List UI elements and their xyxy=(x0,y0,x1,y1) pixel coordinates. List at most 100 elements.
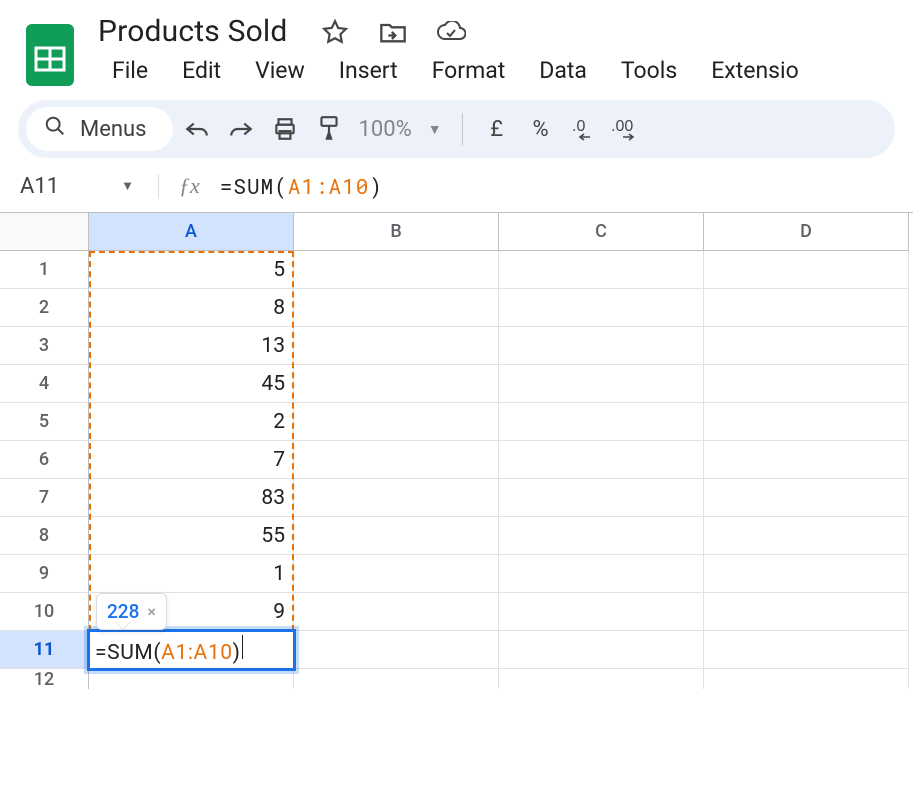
cell-b1[interactable] xyxy=(294,251,499,289)
cell-b5[interactable] xyxy=(294,403,499,441)
cell-b9[interactable] xyxy=(294,555,499,593)
cell-a2[interactable]: 8 xyxy=(89,289,294,327)
row-header[interactable]: 3 xyxy=(0,327,89,365)
cell-b10[interactable] xyxy=(294,593,499,631)
select-all-corner[interactable] xyxy=(0,213,89,251)
move-folder-icon[interactable] xyxy=(378,17,408,47)
row-header[interactable]: 5 xyxy=(0,403,89,441)
row-header[interactable]: 8 xyxy=(0,517,89,555)
cell-b4[interactable] xyxy=(294,365,499,403)
cell-c6[interactable] xyxy=(499,441,704,479)
cell-b8[interactable] xyxy=(294,517,499,555)
redo-button[interactable] xyxy=(221,109,261,149)
cell-b3[interactable] xyxy=(294,327,499,365)
name-box[interactable]: A11 ▼ xyxy=(20,174,159,199)
cell-a5[interactable]: 2 xyxy=(89,403,294,441)
cell-c3[interactable] xyxy=(499,327,704,365)
menu-view[interactable]: View xyxy=(239,51,321,90)
cell-a7[interactable]: 83 xyxy=(89,479,294,517)
undo-button[interactable] xyxy=(177,109,217,149)
cell-b12[interactable] xyxy=(294,669,499,689)
document-title[interactable]: Products Sold xyxy=(96,14,290,49)
menu-edit[interactable]: Edit xyxy=(166,51,237,90)
zoom-dropdown[interactable]: 100% ▼ xyxy=(353,117,448,142)
cell-a1[interactable]: 5 xyxy=(89,251,294,289)
cell-d12[interactable] xyxy=(704,669,909,689)
chevron-down-icon: ▼ xyxy=(428,121,442,138)
row-header[interactable]: 6 xyxy=(0,441,89,479)
cell-c5[interactable] xyxy=(499,403,704,441)
cloud-status-icon[interactable] xyxy=(436,17,466,47)
cell-c10[interactable] xyxy=(499,593,704,631)
cell-c11[interactable] xyxy=(499,631,704,669)
star-icon[interactable] xyxy=(320,17,350,47)
cell-d11[interactable] xyxy=(704,631,909,669)
row-header[interactable]: 11 xyxy=(0,631,89,669)
column-header-c[interactable]: C xyxy=(499,213,704,251)
cell-a8[interactable]: 55 xyxy=(89,517,294,555)
row-header[interactable]: 4 xyxy=(0,365,89,403)
cell-formula-suffix: ) xyxy=(233,641,241,665)
spreadsheet-grid: A B C D 15 28 313 445 52 67 783 855 91 1… xyxy=(0,212,913,689)
column-header-b[interactable]: B xyxy=(294,213,499,251)
cell-c1[interactable] xyxy=(499,251,704,289)
menu-file[interactable]: File xyxy=(96,51,164,90)
cell-d7[interactable] xyxy=(704,479,909,517)
cell-d3[interactable] xyxy=(704,327,909,365)
currency-button[interactable]: £ xyxy=(477,109,517,149)
app-header: Products Sold File Edit View In xyxy=(0,0,913,158)
column-header-a[interactable]: A xyxy=(89,213,294,251)
print-button[interactable] xyxy=(265,109,305,149)
row-header[interactable]: 9 xyxy=(0,555,89,593)
cell-c7[interactable] xyxy=(499,479,704,517)
cell-c2[interactable] xyxy=(499,289,704,327)
row-header[interactable]: 7 xyxy=(0,479,89,517)
cell-d9[interactable] xyxy=(704,555,909,593)
cell-a3[interactable]: 13 xyxy=(89,327,294,365)
svg-text:.0: .0 xyxy=(572,118,585,135)
menu-format[interactable]: Format xyxy=(416,51,522,90)
decrease-decimal-button[interactable]: .0 xyxy=(565,109,605,149)
formula-bar-input[interactable]: =SUM(A1:A10) xyxy=(220,172,383,200)
menus-search-pill[interactable]: Menus xyxy=(26,107,173,151)
cell-a4[interactable]: 45 xyxy=(89,365,294,403)
cell-c9[interactable] xyxy=(499,555,704,593)
menu-extensions[interactable]: Extensio xyxy=(695,51,815,90)
row-header[interactable]: 12 xyxy=(0,669,89,689)
cell-a9[interactable]: 1 xyxy=(89,555,294,593)
row-header[interactable]: 2 xyxy=(0,289,89,327)
row-header[interactable]: 1 xyxy=(0,251,89,289)
cell-b2[interactable] xyxy=(294,289,499,327)
percent-button[interactable]: % xyxy=(521,109,561,149)
increase-decimal-button[interactable]: .00 xyxy=(609,109,649,149)
cell-b11[interactable] xyxy=(294,631,499,669)
cell-d4[interactable] xyxy=(704,365,909,403)
close-icon[interactable]: × xyxy=(147,602,156,621)
cell-a12[interactable] xyxy=(89,669,294,689)
sheets-logo[interactable] xyxy=(22,20,78,90)
paint-format-button[interactable] xyxy=(309,109,349,149)
cell-d10[interactable] xyxy=(704,593,909,631)
cell-b6[interactable] xyxy=(294,441,499,479)
toolbar-separator xyxy=(462,113,463,145)
cell-d1[interactable] xyxy=(704,251,909,289)
cell-c8[interactable] xyxy=(499,517,704,555)
svg-text:.00: .00 xyxy=(611,118,633,135)
cell-b7[interactable] xyxy=(294,479,499,517)
row-header[interactable]: 10 xyxy=(0,593,89,631)
formula-result-tooltip: 228 × xyxy=(96,593,167,630)
menu-tools[interactable]: Tools xyxy=(605,51,693,90)
cell-d2[interactable] xyxy=(704,289,909,327)
cell-a6[interactable]: 7 xyxy=(89,441,294,479)
menu-data[interactable]: Data xyxy=(523,51,603,90)
formula-prefix: =SUM( xyxy=(220,172,288,200)
column-header-d[interactable]: D xyxy=(704,213,909,251)
menu-insert[interactable]: Insert xyxy=(323,51,414,90)
toolbar: Menus 100% ▼ £ % .0 .00 xyxy=(18,100,895,158)
cell-c4[interactable] xyxy=(499,365,704,403)
zoom-value: 100% xyxy=(359,117,412,142)
cell-d8[interactable] xyxy=(704,517,909,555)
cell-d5[interactable] xyxy=(704,403,909,441)
cell-d6[interactable] xyxy=(704,441,909,479)
cell-c12[interactable] xyxy=(499,669,704,689)
